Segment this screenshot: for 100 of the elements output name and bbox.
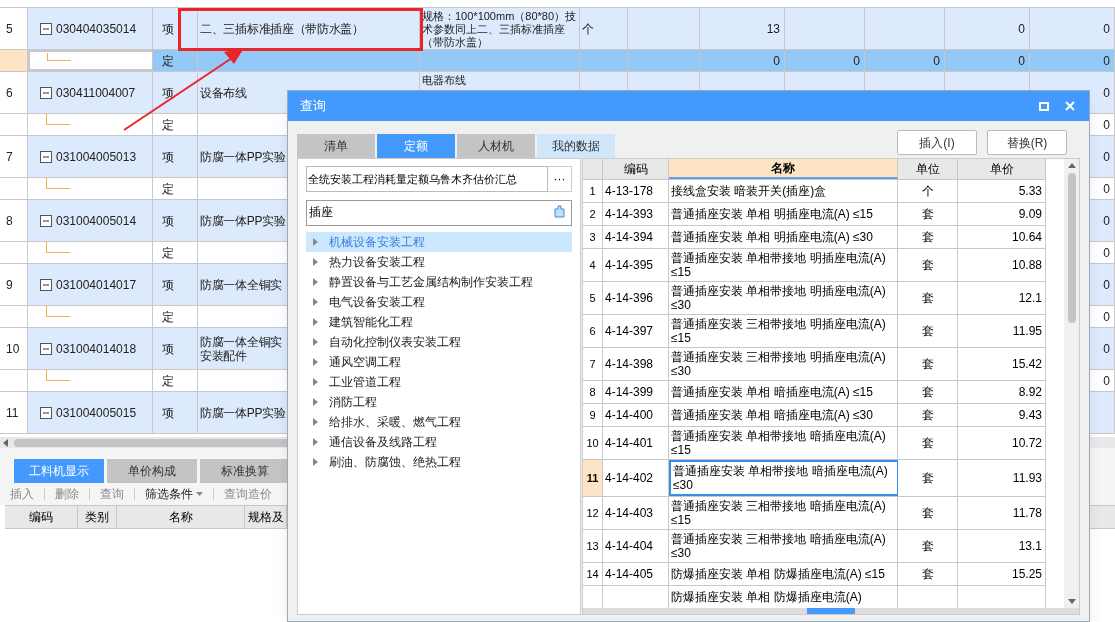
expand-icon[interactable] <box>313 397 318 406</box>
name-cell: 接线盒安装 暗装开关(插座)盒 <box>669 180 898 202</box>
code-cell: 4-14-396 <box>603 282 669 314</box>
more-button[interactable]: ··· <box>548 166 572 192</box>
expand-icon[interactable] <box>313 237 318 246</box>
code-cell: 4-14-405 <box>603 563 669 585</box>
dialog-tab[interactable]: 人材机 <box>457 134 535 158</box>
column-header[interactable]: 单位 <box>898 159 958 179</box>
search-field[interactable]: 插座 <box>306 199 572 226</box>
column-header[interactable]: 编码 <box>603 159 669 179</box>
expand-icon[interactable] <box>313 297 318 306</box>
expand-icon[interactable] <box>313 337 318 346</box>
horizontal-scrollbar[interactable] <box>583 608 1079 614</box>
library-field[interactable]: 全统安装工程消耗量定额乌鲁木齐估价汇总 <box>306 166 548 192</box>
table-cell: 0 <box>865 50 945 71</box>
expand-icon[interactable] <box>313 317 318 326</box>
name-cell: 普通插座安装 单相带接地 暗插座电流(A) ≤30 <box>669 460 898 496</box>
code-cell: 4-13-178 <box>603 180 669 202</box>
column-header[interactable]: 编码 <box>5 506 78 528</box>
table-cell: 0 <box>945 8 1030 49</box>
maximize-icon[interactable] <box>1039 101 1049 111</box>
tree-item[interactable]: 工业管道工程 <box>306 371 572 392</box>
row-number: 3 <box>583 226 603 248</box>
unit-cell: 套 <box>898 381 958 403</box>
item-code: 031004005014 <box>56 212 137 230</box>
panel-tab[interactable]: 标准换算 <box>200 459 290 483</box>
unit-cell: 套 <box>898 348 958 380</box>
collapse-icon[interactable] <box>40 278 52 291</box>
collapse-icon[interactable] <box>40 22 52 35</box>
dialog-button[interactable]: 插入(I) <box>897 130 977 155</box>
name-cell: 普通插座安装 三相带接地 明插座电流(A) ≤30 <box>669 348 898 380</box>
vertical-scrollbar[interactable] <box>1064 159 1079 608</box>
row-number: 1 <box>583 180 603 202</box>
price-cell: 5.33 <box>958 180 1046 202</box>
price-cell: 10.88 <box>958 249 1046 281</box>
scroll-thumb[interactable] <box>807 608 855 614</box>
dialog-tab[interactable]: 清单 <box>297 134 375 158</box>
expand-icon[interactable] <box>313 457 318 466</box>
code-cell: 4-14-393 <box>603 203 669 225</box>
code-cell: 4-14-394 <box>603 226 669 248</box>
expand-icon[interactable] <box>313 377 318 386</box>
tree-item[interactable]: 通信设备及线路工程 <box>306 431 572 452</box>
unit-cell: 套 <box>898 203 958 225</box>
price-cell: 11.93 <box>958 460 1046 496</box>
collapse-icon[interactable] <box>40 150 52 163</box>
code-cell: 4-14-397 <box>603 315 669 347</box>
table-cell: 项 <box>153 264 198 305</box>
table-cell: 项 <box>153 72 198 113</box>
table-cell: 规格：100*100mm（80*80）技术参数同上二、三插标准插座（带防水盖） <box>420 8 580 49</box>
table-cell: 个 <box>580 8 628 49</box>
expand-icon[interactable] <box>313 257 318 266</box>
item-code: 031004005013 <box>56 148 137 166</box>
tree-item[interactable]: 刷油、防腐蚀、绝热工程 <box>306 451 572 472</box>
collapse-icon[interactable] <box>40 342 52 355</box>
code-cell: 4-14-399 <box>603 381 669 403</box>
collapse-icon[interactable] <box>40 406 52 419</box>
item-code: 031004005015 <box>56 404 137 422</box>
row-number: 6 <box>583 315 603 347</box>
price-cell: 12.1 <box>958 282 1046 314</box>
collapse-icon[interactable] <box>40 86 52 99</box>
name-cell: 普通插座安装 单相 明插座电流(A) ≤30 <box>669 226 898 248</box>
name-cell: 普通插座安装 三相带接地 暗插座电流(A) ≤30 <box>669 530 898 562</box>
unit-cell: 套 <box>898 427 958 459</box>
name-cell: 普通插座安装 单相带接地 暗插座电流(A) ≤15 <box>669 427 898 459</box>
expand-icon[interactable] <box>313 357 318 366</box>
close-icon[interactable] <box>1065 101 1075 111</box>
table-cell: 0 <box>1030 8 1115 49</box>
code-cell: 4-14-395 <box>603 249 669 281</box>
dialog-button[interactable]: 替换(R) <box>987 130 1067 155</box>
dialog-tab[interactable]: 我的数据 <box>537 134 615 158</box>
column-header[interactable]: 名称 <box>669 159 898 179</box>
tree-line <box>46 178 70 189</box>
scroll-left-icon[interactable] <box>3 438 8 447</box>
price-cell: 11.78 <box>958 497 1046 529</box>
scroll-down-icon[interactable] <box>1067 599 1076 604</box>
scroll-thumb[interactable] <box>1067 173 1076 323</box>
table-cell: 定 <box>153 50 198 71</box>
code-cell: 4-14-402 <box>603 460 669 496</box>
item-code: 030404035014 <box>56 20 137 38</box>
collapse-icon[interactable] <box>40 214 52 227</box>
row-number: 4 <box>583 249 603 281</box>
price-cell: 10.72 <box>958 427 1046 459</box>
expand-icon[interactable] <box>313 417 318 426</box>
price-cell: 9.43 <box>958 404 1046 426</box>
toolbar-button[interactable]: 插入 <box>10 485 34 503</box>
tree-line <box>46 114 70 125</box>
clear-icon[interactable] <box>553 205 566 218</box>
toolbar-button[interactable]: 删除 <box>55 485 79 503</box>
column-header[interactable]: 单价 <box>958 159 1046 179</box>
price-cell: 8.92 <box>958 381 1046 403</box>
unit-cell: 套 <box>898 404 958 426</box>
panel-tab[interactable]: 单价构成 <box>107 459 197 483</box>
toolbar-button[interactable]: 筛选条件 <box>145 485 203 503</box>
unit-cell: 套 <box>898 282 958 314</box>
expand-icon[interactable] <box>313 277 318 286</box>
expand-icon[interactable] <box>313 437 318 446</box>
column-header[interactable]: 类别 <box>78 506 117 528</box>
scroll-up-icon[interactable] <box>1067 163 1076 168</box>
code-cell: 4-14-401 <box>603 427 669 459</box>
column-header[interactable]: 名称 <box>117 506 245 528</box>
